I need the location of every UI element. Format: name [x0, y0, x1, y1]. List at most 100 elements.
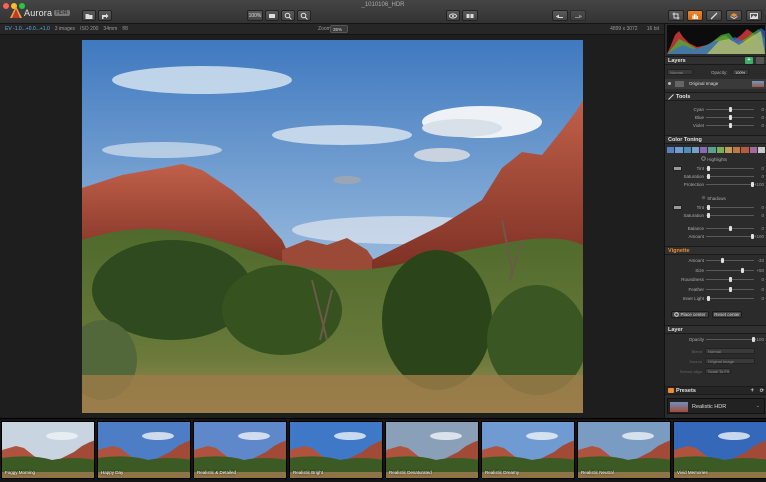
fit-screen-button[interactable]	[265, 10, 279, 21]
preset-thumbnail[interactable]: Happy Day	[97, 421, 191, 479]
tint-swatch[interactable]	[673, 166, 682, 171]
slider-track[interactable]	[706, 269, 754, 271]
zoom-select[interactable]: 35%	[330, 25, 348, 33]
slider-violet[interactable]: Violet 0	[665, 122, 766, 129]
blend-mode-select[interactable]: Normal	[667, 69, 693, 75]
slider-protection[interactable]: Protection +100	[665, 181, 766, 188]
zoom-100-button[interactable]: 100%	[247, 10, 263, 21]
add-layer-button[interactable]: +	[745, 57, 753, 64]
slider-amount[interactable]: Amount -33	[665, 257, 766, 264]
tools-panel-header[interactable]: Tools	[665, 92, 766, 101]
vignette-header[interactable]: Vignette	[665, 246, 766, 255]
layer-section-header[interactable]: Layer	[665, 325, 766, 334]
slider-knob[interactable]	[729, 107, 732, 112]
slider-balance[interactable]: Balance 0	[665, 225, 766, 232]
add-preset-button[interactable]: +	[750, 388, 754, 394]
open-button[interactable]	[82, 10, 96, 21]
presets-tool-button[interactable]	[746, 10, 762, 21]
slider-roundness[interactable]: Roundness 0	[665, 276, 766, 283]
color-toning-header[interactable]: Color Toning	[665, 135, 766, 144]
slider-cyan[interactable]: Cyan 0	[665, 106, 766, 113]
redo-button[interactable]	[570, 10, 586, 21]
toning-swatch[interactable]	[733, 147, 741, 153]
toning-swatch[interactable]	[667, 147, 675, 153]
slider-tint[interactable]: Tint 0	[665, 204, 766, 211]
slider-knob[interactable]	[729, 286, 732, 292]
slider-knob[interactable]	[706, 213, 710, 218]
slider-knob[interactable]	[729, 123, 732, 128]
layer-options-button[interactable]	[756, 57, 764, 64]
slider-knob[interactable]	[706, 174, 710, 179]
slider-track[interactable]	[706, 176, 754, 177]
layer-opacity-row[interactable]: Opacity +100	[665, 336, 766, 343]
tint-swatch[interactable]	[673, 205, 682, 210]
brush-tool-button[interactable]	[706, 10, 722, 21]
slider-track[interactable]	[706, 260, 754, 261]
toning-swatch[interactable]	[700, 147, 708, 153]
undo-button[interactable]	[552, 10, 568, 21]
slider-knob[interactable]	[721, 258, 725, 263]
preset-thumbnail[interactable]: Realistic Dreamy	[481, 421, 575, 479]
texture-align-select[interactable]: Scale To Fit	[705, 368, 731, 374]
reset-center-button[interactable]: Reset center	[712, 311, 742, 318]
slider-track[interactable]	[706, 215, 754, 216]
share-button[interactable]	[98, 10, 112, 21]
crop-tool-button[interactable]	[668, 10, 684, 21]
toning-swatch[interactable]	[691, 147, 699, 153]
toning-swatch[interactable]	[724, 147, 732, 153]
slider-knob[interactable]	[706, 296, 710, 301]
slider-size[interactable]: Size +50	[665, 267, 766, 274]
close-window-button[interactable]	[3, 3, 9, 9]
presets-header[interactable]: Presets + ⟳	[665, 386, 766, 395]
layer-source-select[interactable]: Original Image	[705, 358, 755, 364]
layer-blend-select[interactable]: Normal	[705, 348, 755, 354]
preview-toggle-button[interactable]	[446, 10, 460, 21]
slider-inner-light[interactable]: Inner Light 0	[665, 295, 766, 302]
layer-row[interactable]: Original Image	[665, 79, 766, 89]
refresh-presets-icon[interactable]: ⟳	[760, 388, 764, 394]
slider-tint[interactable]: Tint 0	[665, 165, 766, 172]
toning-swatch[interactable]	[683, 147, 691, 153]
place-center-button[interactable]: Place center	[671, 311, 709, 318]
toning-swatch[interactable]	[757, 147, 765, 153]
visibility-icon[interactable]	[668, 82, 671, 85]
preset-thumbnail[interactable]: Realistic Desaturated	[385, 421, 479, 479]
slider-blue[interactable]: Blue 0	[665, 114, 766, 121]
slider-saturation[interactable]: Saturation 0	[665, 212, 766, 219]
layers-panel-header[interactable]: Layers +	[665, 56, 766, 65]
zoom-in-button[interactable]	[281, 10, 295, 21]
slider-saturation[interactable]: Saturation 0	[665, 173, 766, 180]
slider-knob[interactable]	[706, 205, 710, 210]
preset-thumbnail[interactable]: Realistic Neutral	[577, 421, 671, 479]
slider-knob[interactable]	[740, 267, 744, 273]
slider-track[interactable]	[706, 184, 754, 185]
zoom-out-button[interactable]	[297, 10, 311, 21]
slider-track[interactable]	[706, 298, 754, 299]
toning-swatch[interactable]	[675, 147, 683, 153]
compare-button[interactable]	[462, 10, 478, 21]
hand-tool-button[interactable]	[687, 10, 703, 21]
slider-feather[interactable]: Feather 0	[665, 286, 766, 293]
canvas-area[interactable]	[0, 35, 664, 418]
preset-thumbnail[interactable]: Realistic Bright	[289, 421, 383, 479]
slider-knob[interactable]	[729, 226, 732, 231]
toning-swatch[interactable]	[716, 147, 724, 153]
preset-thumbnail[interactable]: Foggy Morning	[1, 421, 95, 479]
toning-swatch[interactable]	[749, 147, 757, 153]
slider-track[interactable]	[706, 236, 754, 237]
slider-knob[interactable]	[729, 277, 732, 282]
slider-knob[interactable]	[729, 115, 732, 120]
toning-swatch[interactable]	[741, 147, 749, 153]
layer-opacity-select[interactable]: 100%	[732, 69, 749, 75]
layers-tool-button[interactable]	[726, 10, 742, 21]
slider-track[interactable]	[706, 168, 754, 169]
toning-swatch[interactable]	[708, 147, 716, 153]
current-preset[interactable]: Realistic HDR ⌄	[667, 398, 765, 414]
preset-thumbnail[interactable]: Vivid Memories	[673, 421, 766, 479]
slider-amount[interactable]: Amount +100	[665, 233, 766, 240]
preset-thumbnail[interactable]: Realistic & Detailed	[193, 421, 287, 479]
slider-track[interactable]	[706, 207, 754, 208]
hdr-photo-canvas[interactable]	[82, 40, 583, 413]
zoom-100-label: 100%	[248, 12, 262, 19]
slider-knob[interactable]	[706, 166, 710, 171]
